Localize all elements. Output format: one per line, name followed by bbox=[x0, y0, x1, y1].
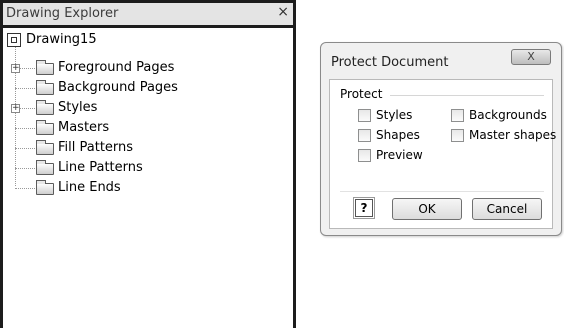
close-icon[interactable]: × bbox=[277, 4, 289, 20]
folder-icon bbox=[36, 120, 54, 135]
tree-item-label: Line Ends bbox=[58, 180, 121, 195]
checkbox-label: Styles bbox=[376, 108, 413, 122]
checkbox-label: Backgrounds bbox=[469, 108, 547, 122]
checkbox-box[interactable] bbox=[451, 109, 464, 122]
cancel-button[interactable]: Cancel bbox=[472, 198, 542, 220]
dialog-title: Protect Document bbox=[331, 55, 449, 70]
tree-item-line-patterns[interactable]: Line Patterns bbox=[11, 158, 281, 178]
tree-item-label: Foreground Pages bbox=[58, 60, 175, 75]
folder-icon bbox=[36, 140, 54, 155]
close-button[interactable]: X bbox=[511, 49, 551, 65]
checkbox-box[interactable] bbox=[358, 129, 371, 142]
close-icon: X bbox=[527, 50, 535, 63]
tree-item-label: Line Patterns bbox=[58, 160, 143, 175]
help-icon: ? bbox=[360, 201, 368, 215]
checkbox-label: Master shapes bbox=[469, 128, 557, 142]
folder-icon bbox=[36, 80, 54, 95]
folder-icon bbox=[36, 160, 54, 175]
tree-item-label: Styles bbox=[58, 100, 98, 115]
group-divider bbox=[390, 95, 544, 96]
tree-item-label: Background Pages bbox=[58, 80, 178, 95]
protect-document-dialog: Protect Document X Protect Styles Backgr… bbox=[320, 42, 562, 236]
checkbox-box[interactable] bbox=[358, 149, 371, 162]
drawing-explorer-panel: Drawing Explorer × Drawing15 + Foregroun… bbox=[0, 0, 296, 328]
protect-group-label: Protect bbox=[340, 87, 383, 101]
tree-item-masters[interactable]: Masters bbox=[11, 118, 281, 138]
folder-icon bbox=[36, 100, 54, 115]
checkbox-box[interactable] bbox=[358, 109, 371, 122]
dialog-body: Protect Styles Backgrounds Shapes Master… bbox=[329, 79, 557, 229]
folder-icon bbox=[36, 180, 54, 195]
checkbox-box[interactable] bbox=[451, 129, 464, 142]
explorer-title: Drawing Explorer bbox=[6, 6, 119, 21]
tree-item-background-pages[interactable]: Background Pages bbox=[11, 78, 281, 98]
expand-plus-icon[interactable]: + bbox=[11, 104, 20, 113]
tree-root[interactable]: Drawing15 bbox=[7, 30, 207, 50]
ok-button[interactable]: OK bbox=[392, 198, 462, 220]
explorer-tree: Drawing15 + Foreground Pages Background … bbox=[3, 28, 293, 328]
checkbox-label: Preview bbox=[376, 148, 423, 162]
tree-item-styles[interactable]: + Styles bbox=[11, 98, 281, 118]
explorer-titlebar: Drawing Explorer × bbox=[3, 3, 293, 25]
divider bbox=[340, 191, 544, 192]
tree-item-label: Masters bbox=[58, 120, 110, 135]
folder-icon bbox=[36, 60, 54, 75]
help-button[interactable]: ? bbox=[353, 197, 375, 219]
tree-item-fill-patterns[interactable]: Fill Patterns bbox=[11, 138, 281, 158]
checkbox-label: Shapes bbox=[376, 128, 420, 142]
tree-item-foreground-pages[interactable]: + Foreground Pages bbox=[11, 58, 281, 78]
tree-root-label: Drawing15 bbox=[26, 32, 97, 47]
expand-plus-icon[interactable]: + bbox=[11, 64, 20, 73]
document-icon bbox=[7, 33, 21, 47]
tree-item-label: Fill Patterns bbox=[58, 140, 134, 155]
tree-item-line-ends[interactable]: Line Ends bbox=[11, 178, 281, 198]
